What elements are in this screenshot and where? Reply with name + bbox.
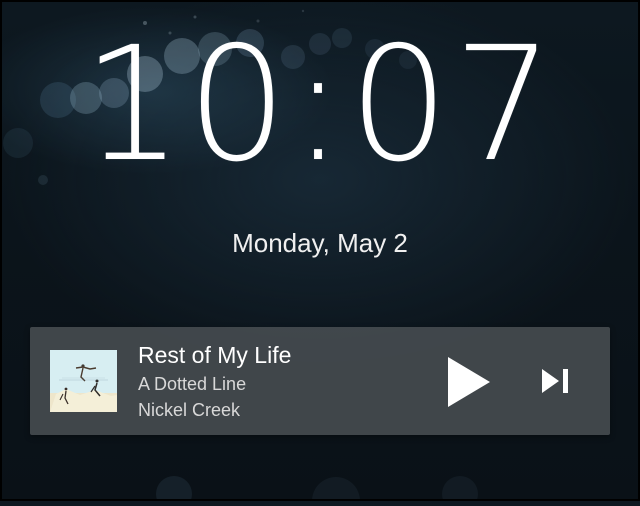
clock-minutes: 07 [348,13,558,197]
next-track-button[interactable] [538,366,574,396]
album-art-thumbnail[interactable] [50,350,117,412]
lockscreen-date: Monday, May 2 [232,228,408,258]
media-notification-card[interactable]: Rest of My Life A Dotted Line Nickel Cre… [30,327,610,435]
play-icon [448,357,490,407]
play-button[interactable] [442,354,496,410]
skip-next-icon [542,369,568,393]
track-title: Rest of My Life [138,342,292,368]
clock-hours: 10 [82,13,292,197]
lockscreen-clock: 10:07 [0,26,640,184]
track-album: A Dotted Line [138,374,247,394]
clock-separator: : [291,13,349,197]
track-artist: Nickel Creek [138,400,241,420]
